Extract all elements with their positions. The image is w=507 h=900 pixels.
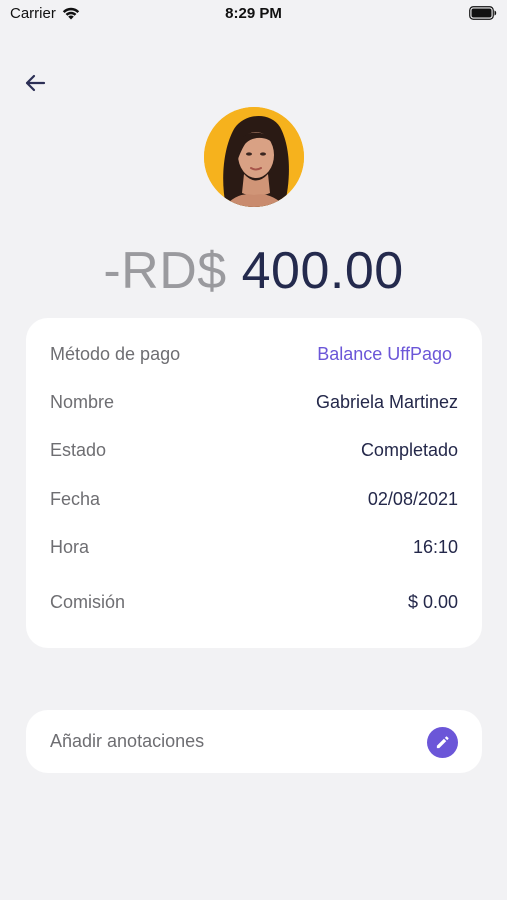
back-button[interactable] xyxy=(18,68,52,98)
detail-label: Estado xyxy=(50,440,107,460)
arrow-left-icon xyxy=(25,74,46,92)
details-card: Método de pago Balance UffPago Nombre Ga… xyxy=(26,318,482,648)
detail-label: Hora xyxy=(50,537,90,557)
detail-label: Nombre xyxy=(50,392,115,412)
detail-label: Comisión xyxy=(50,592,126,612)
add-notes-button[interactable]: Añadir anotaciones xyxy=(26,710,482,773)
pencil-icon xyxy=(436,736,449,749)
detail-row-payment-method: Método de pago Balance UffPago xyxy=(50,341,458,367)
detail-row-commission: Comisión $ 0.00 xyxy=(50,589,458,615)
detail-value: $ 0.00 xyxy=(407,592,458,612)
detail-label: Método de pago xyxy=(50,344,181,364)
status-time: 8:29 PM xyxy=(225,5,282,22)
detail-row-name: Nombre Gabriela Martinez xyxy=(50,389,458,415)
edit-notes-button[interactable] xyxy=(427,727,458,758)
detail-value: 16:10 xyxy=(412,537,458,557)
amount-currency: -RD$ xyxy=(103,242,227,300)
transaction-amount: -RD$ 400.00 xyxy=(0,240,507,302)
detail-row-date: Fecha 02/08/2021 xyxy=(50,486,458,512)
amount-value: 400.00 xyxy=(241,242,404,300)
avatar xyxy=(204,107,304,207)
detail-label: Fecha xyxy=(50,489,101,509)
status-bar: Carrier 8:29 PM xyxy=(0,0,507,28)
payment-method-value[interactable]: Balance UffPago xyxy=(317,341,452,367)
detail-value: 02/08/2021 xyxy=(367,489,458,509)
add-notes-label: Añadir anotaciones xyxy=(50,731,205,751)
detail-value: Gabriela Martinez xyxy=(315,392,458,412)
avatar-photo xyxy=(204,107,304,207)
battery-icon xyxy=(469,6,497,20)
detail-value: Completado xyxy=(360,440,458,460)
detail-row-time: Hora 16:10 xyxy=(50,534,458,560)
detail-row-status: Estado Completado xyxy=(50,437,458,463)
